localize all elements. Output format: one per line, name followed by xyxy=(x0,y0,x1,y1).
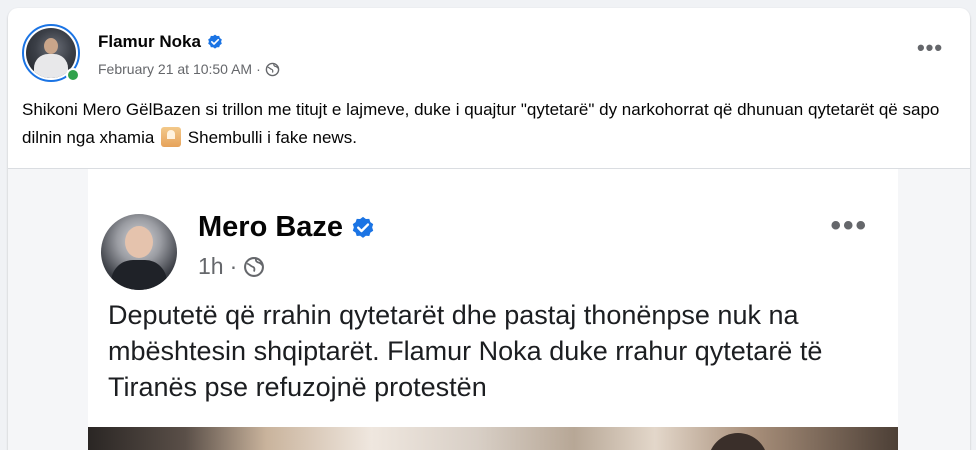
more-options-button[interactable]: ••• xyxy=(912,37,948,66)
mosque-emoji-icon xyxy=(161,127,182,147)
facebook-post-card: Flamur Noka February 21 at 10:50 AM · ••… xyxy=(8,8,970,450)
caption-text-1: Shikoni Mero GëlBazen si trillon me titu… xyxy=(22,100,940,147)
embedded-verified-badge-icon xyxy=(352,216,374,238)
embedded-post-text: Deputetë që rrahin qytetarët dhe pastaj … xyxy=(108,300,823,402)
embedded-author-avatar xyxy=(101,214,177,290)
online-status-dot xyxy=(66,68,80,82)
embedded-meta-separator: · xyxy=(229,253,238,279)
post-meta: February 21 at 10:50 AM · xyxy=(98,61,280,77)
post-caption: Shikoni Mero GëlBazen si trillon me titu… xyxy=(22,96,942,152)
embedded-author-name-row: Mero Baze xyxy=(198,211,375,244)
embedded-more-options-icon: ••• xyxy=(830,209,868,242)
meta-separator: · xyxy=(256,61,261,77)
embedded-globe-icon xyxy=(244,256,265,277)
post-header: Flamur Noka February 21 at 10:50 AM · ••… xyxy=(22,24,952,86)
author-name-row: Flamur Noka xyxy=(98,32,223,52)
verified-badge-icon xyxy=(208,34,222,49)
embedded-video-thumbnail xyxy=(88,427,898,450)
attached-screenshot[interactable]: Mero Baze 1h · ••• Deputetë që rrahin qy… xyxy=(8,169,970,450)
embedded-post-meta: 1h · xyxy=(198,253,265,280)
embedded-post: Mero Baze 1h · ••• Deputetë që rrahin qy… xyxy=(88,169,898,450)
caption-text-2: Shembulli i fake news. xyxy=(187,128,357,147)
post-timestamp[interactable]: February 21 at 10:50 AM xyxy=(98,61,252,77)
embedded-author-name: Mero Baze xyxy=(198,211,344,243)
embedded-timestamp: 1h xyxy=(198,253,224,279)
author-name[interactable]: Flamur Noka xyxy=(98,32,201,52)
globe-icon[interactable] xyxy=(265,62,280,77)
